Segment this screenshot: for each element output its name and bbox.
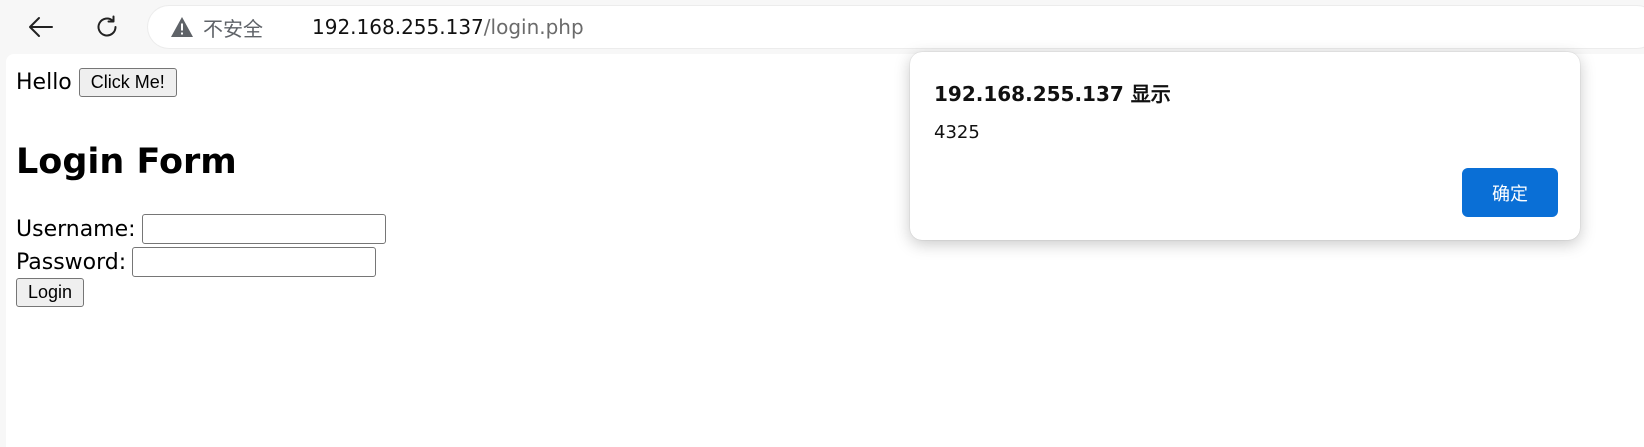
- dialog-title: 192.168.255.137 显示: [934, 82, 1171, 106]
- security-indicator[interactable]: 不安全: [170, 14, 263, 41]
- username-field[interactable]: [141, 214, 386, 244]
- back-button[interactable]: [22, 8, 60, 46]
- browser-toolbar: 不安全 192.168.255.137/login.php: [0, 0, 1644, 54]
- click-me-button[interactable]: Click Me!: [78, 67, 177, 97]
- password-row: Password:: [16, 247, 377, 277]
- url-host: 192.168.255.137: [312, 15, 484, 39]
- back-arrow-icon: [29, 17, 53, 37]
- page-content: Hello Click Me! Login Form Username: Pas…: [16, 66, 386, 307]
- reload-button[interactable]: [88, 8, 126, 46]
- security-label: 不安全: [203, 16, 263, 41]
- dialog-message: 4325: [934, 122, 980, 143]
- address-bar[interactable]: 不安全 192.168.255.137/login.php: [148, 6, 1644, 48]
- hello-text: Hello: [16, 69, 72, 95]
- password-label: Password:: [16, 249, 127, 275]
- login-button[interactable]: Login: [16, 278, 85, 307]
- username-row: Username:: [16, 214, 386, 244]
- page-title: Login Form: [16, 142, 237, 182]
- warning-triangle-icon: [171, 17, 193, 37]
- reload-icon: [97, 15, 117, 37]
- username-label: Username:: [16, 216, 136, 242]
- ok-button[interactable]: 确定: [1462, 168, 1558, 217]
- alert-dialog: 192.168.255.137 显示 4325 确定: [910, 52, 1580, 240]
- url-text[interactable]: 192.168.255.137/login.php: [312, 15, 584, 39]
- password-field[interactable]: [132, 247, 377, 277]
- hello-row: Hello Click Me!: [16, 66, 177, 98]
- login-button-wrap: Login: [16, 278, 85, 307]
- url-path: /login.php: [483, 15, 584, 39]
